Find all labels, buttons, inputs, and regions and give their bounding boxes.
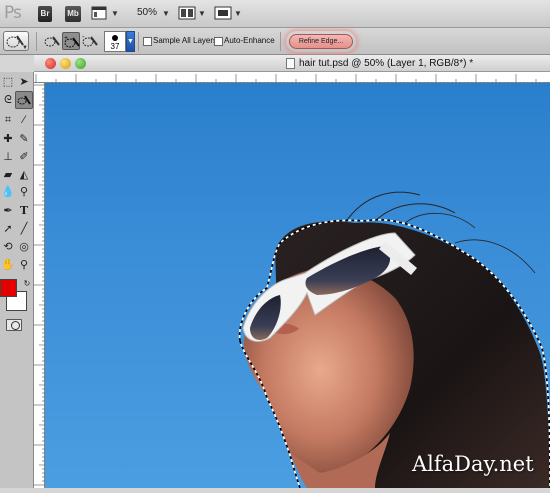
photo-woman-sunglasses (238, 191, 550, 488)
foreground-color-swatch[interactable] (0, 279, 17, 297)
sample-all-layers-label: Sample All Layers (153, 36, 218, 45)
vertical-ruler[interactable] (34, 83, 45, 488)
auto-enhance-checkbox[interactable] (214, 37, 223, 46)
quick-mask-button[interactable] (6, 319, 22, 331)
brush-dropdown-icon[interactable]: ▼ (126, 31, 135, 52)
psd-file-icon (286, 58, 295, 69)
brush-size-value: 37 (110, 42, 120, 51)
add-to-selection-icon[interactable]: + (62, 32, 80, 50)
3d-orbit-tool-icon[interactable]: ◎ (17, 240, 31, 254)
brush-tool-icon[interactable]: ✎ (17, 132, 31, 146)
quick-selection-tool-icon[interactable] (15, 91, 33, 109)
tool-preset-picker[interactable]: ▼ (3, 31, 29, 51)
svg-text:+: + (64, 35, 68, 42)
type-tool-icon[interactable]: T (17, 204, 31, 218)
zoom-tool-icon[interactable]: ⚲ (17, 258, 31, 272)
application-bar: Ps Br Mb ▼ 50% ▼ ▼ ▼ (0, 0, 550, 28)
bridge-button[interactable]: Br (38, 6, 52, 22)
move-tool-icon[interactable]: ➤ (17, 75, 31, 89)
healing-brush-tool-icon[interactable]: ✚ (1, 132, 15, 146)
zoom-window-icon[interactable] (75, 58, 86, 69)
blur-tool-icon[interactable]: 💧 (1, 185, 15, 199)
marquee-tool-icon[interactable]: ⬚ (1, 75, 15, 89)
line-tool-icon[interactable]: ╱ (17, 222, 31, 236)
arrange-documents-icon[interactable] (178, 5, 198, 21)
brush-picker[interactable]: 37 (104, 31, 126, 52)
arrange-dropdown-icon[interactable]: ▼ (198, 9, 206, 18)
view-extras-dropdown-icon[interactable]: ▼ (111, 9, 119, 18)
auto-enhance-label: Auto-Enhance (224, 36, 275, 45)
view-extras-icon[interactable] (91, 5, 111, 21)
quick-selection-preset-icon: ▼ (6, 35, 28, 51)
minimize-window-icon[interactable] (60, 58, 71, 69)
options-bar: ▼ + - 37 ▼ Sample All Layers Auto-Enhanc… (0, 28, 550, 55)
mini-bridge-label: Mb (67, 9, 79, 18)
document-title-bar: hair tut.psd @ 50% (Layer 1, RGB/8*) * (34, 55, 550, 72)
watermark-text: AlfaDay.net (412, 452, 534, 476)
brush-dot-icon (112, 35, 118, 41)
document-title: hair tut.psd @ 50% (Layer 1, RGB/8*) * (299, 58, 474, 69)
close-window-icon[interactable] (45, 58, 56, 69)
horizontal-ruler[interactable] (34, 72, 550, 85)
dodge-tool-icon[interactable]: ⚲ (17, 185, 31, 199)
refine-edge-button[interactable]: Refine Edge... (289, 34, 353, 49)
bridge-label: Br (40, 9, 50, 18)
clone-stamp-tool-icon[interactable]: ⊥ (1, 150, 15, 164)
mini-bridge-button[interactable]: Mb (65, 6, 81, 22)
crop-tool-icon[interactable]: ⌗ (1, 113, 15, 127)
eyedropper-tool-icon[interactable]: ⁄ (17, 113, 31, 127)
svg-text:▼: ▼ (22, 45, 28, 50)
hand-tool-icon[interactable]: ✋ (1, 258, 15, 272)
screen-mode-icon[interactable] (214, 5, 234, 21)
eraser-tool-icon[interactable]: ▰ (1, 168, 15, 182)
3d-rotate-tool-icon[interactable]: ⟲ (1, 240, 15, 254)
svg-text:-: - (82, 32, 85, 41)
swap-colors-icon[interactable]: ↻ (20, 277, 34, 291)
path-selection-tool-icon[interactable]: ➚ (1, 222, 15, 236)
tools-panel: ⬚ ➤ ᘓ ⌗ ⁄ ✚ ✎ ⊥ ✐ ▰ ◭ 💧 ⚲ ✒ T ➚ ╱ ⟲ ◎ ✋ … (0, 72, 34, 488)
photoshop-logo: Ps (4, 3, 22, 23)
lasso-tool-icon[interactable]: ᘓ (1, 93, 15, 107)
document-canvas[interactable] (45, 83, 550, 488)
history-brush-tool-icon[interactable]: ✐ (17, 150, 31, 164)
sample-all-layers-checkbox[interactable] (143, 37, 152, 46)
zoom-level[interactable]: 50% (137, 7, 157, 18)
zoom-dropdown-icon[interactable]: ▼ (162, 9, 170, 18)
paint-bucket-tool-icon[interactable]: ◭ (17, 168, 31, 182)
pen-tool-icon[interactable]: ✒ (1, 204, 15, 218)
new-selection-icon[interactable] (43, 32, 61, 50)
subtract-from-selection-icon[interactable]: - (81, 32, 99, 50)
screen-mode-dropdown-icon[interactable]: ▼ (234, 9, 242, 18)
